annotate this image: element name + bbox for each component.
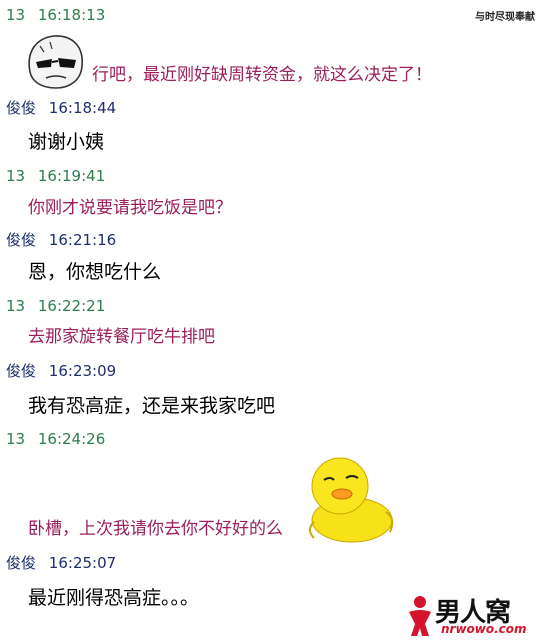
message-text: 我有恐高症，还是来我家吃吧 xyxy=(28,395,276,417)
sender-name: 13 xyxy=(6,430,26,448)
sender-name: 俊俊 xyxy=(6,554,37,572)
message-header: 13 16:19:41 xyxy=(6,167,105,185)
sender-name: 俊俊 xyxy=(6,231,37,249)
message-text: 卧槽，上次我请你去你不好好的么 xyxy=(28,519,283,539)
message-text: 谢谢小姨 xyxy=(28,131,105,153)
message-text: 最近刚得恐高症。。。 xyxy=(28,587,200,609)
message-header: 俊俊 16:25:07 xyxy=(6,554,116,572)
message-text: 恩，你想吃什么 xyxy=(28,261,162,283)
message-header: 13 16:24:26 xyxy=(6,430,105,448)
timestamp: 16:18:13 xyxy=(37,6,106,24)
timestamp: 16:18:44 xyxy=(48,99,117,117)
timestamp: 16:24:26 xyxy=(37,430,106,448)
sender-name: 俊俊 xyxy=(6,362,37,380)
sender-name: 俊俊 xyxy=(6,99,37,117)
logo-figure-icon xyxy=(409,596,431,636)
sender-name: 13 xyxy=(6,6,26,24)
timestamp: 16:25:07 xyxy=(48,554,117,572)
message-header: 13 16:22:21 xyxy=(6,297,105,315)
sunglasses-face-icon xyxy=(28,35,83,89)
sender-name: 13 xyxy=(6,297,26,315)
message-text: 你刚才说要请我吃饭是吧？ xyxy=(28,198,232,218)
timestamp: 16:19:41 xyxy=(37,167,106,185)
sender-name: 13 xyxy=(6,167,26,185)
logo-url: nrwowo.com xyxy=(441,622,527,636)
message-header: 俊俊 16:21:16 xyxy=(6,231,116,249)
yellow-chick-icon xyxy=(300,452,402,546)
message-text: 去那家旋转餐厅吃牛排吧 xyxy=(28,327,215,347)
message-text: 行吧，最近刚好缺周转资金，就这么决定了！ xyxy=(92,65,432,85)
timestamp: 16:23:09 xyxy=(48,362,117,380)
message-header: 13 16:18:13 xyxy=(6,6,105,24)
watermark-top: 与时尽现奉献 xyxy=(475,12,535,23)
message-header: 俊俊 16:23:09 xyxy=(6,362,116,380)
message-header: 俊俊 16:18:44 xyxy=(6,99,116,117)
site-logo: 男人窝 nrwowo.com xyxy=(403,592,539,640)
timestamp: 16:22:21 xyxy=(37,297,106,315)
timestamp: 16:21:16 xyxy=(48,231,117,249)
